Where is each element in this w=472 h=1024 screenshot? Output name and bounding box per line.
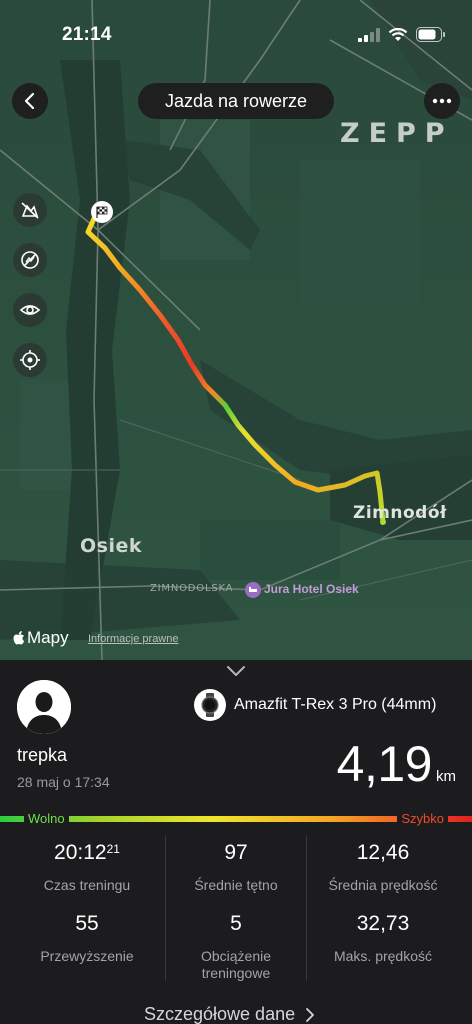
eye-icon [19,305,41,315]
brand-logo: ZEPP [340,118,454,149]
stat-label: Obciążenie treningowe [200,948,272,981]
stat-value: 12,46 [356,841,410,864]
stat-value: 32,73 [356,912,410,935]
workout-date: 28 maj o 17:34 [17,774,110,790]
watch-icon [194,689,226,721]
device-info[interactable]: Amazfit T-Rex 3 Pro (44mm) [194,689,436,721]
distance-unit: km [436,768,456,785]
device-name: Amazfit T-Rex 3 Pro (44mm) [234,696,437,713]
apple-logo-icon [13,631,25,645]
hotel-icon[interactable] [245,582,261,598]
route-map[interactable]: 21:14 Jazda na rowerze ZEPP Osiek Zimnod… [0,0,472,660]
distance-value: 4,19 [336,736,433,792]
wifi-icon [388,27,408,41]
no-drop-icon [21,251,39,269]
finish-flag-icon [91,201,113,223]
stat-value: 5 [230,912,242,935]
stat-avg-heart-rate: 97 Średnie tętno [165,841,307,894]
stat-max-speed: 32,73 Maks. prędkość [312,912,454,965]
speed-legend-slow: Wolno [24,811,69,826]
stat-elevation-gain: 55 Przewyższenie [16,912,158,965]
stat-value: 20:12 [54,841,107,864]
stat-label: Czas treningu [43,877,131,893]
distance-display: 4,19 km [337,735,456,793]
battery-icon [416,27,445,42]
stat-label: Średnia prędkość [328,877,438,893]
chevron-down-icon [227,666,245,676]
user-name: trepka [17,745,68,765]
stat-workout-time: 20:1221 Czas treningu [16,841,158,894]
map-layer-toggle[interactable] [13,193,47,227]
user-silhouette-icon [17,680,71,734]
locate-icon [20,350,40,370]
stat-avg-speed: 12,46 Średnia prędkość [312,841,454,894]
ellipsis-icon [432,98,452,104]
legal-info-link[interactable]: Informacje prawne [88,633,179,645]
pace-overlay-toggle[interactable] [13,243,47,277]
map-poi-label[interactable]: Jura Hotel Osiek [264,582,359,596]
stat-label: Średnie tętno [194,877,278,893]
satellite-off-icon [21,202,39,219]
collapse-button[interactable] [226,664,246,682]
activity-title: Jazda na rowerze [138,83,334,119]
chevron-right-icon [306,1007,315,1022]
speed-legend-fast: Szybko [397,811,448,826]
status-time: 21:14 [62,24,112,45]
stat-label: Przewyższenie [40,948,134,964]
status-bar: 21:14 [0,0,472,70]
visibility-toggle[interactable] [13,293,47,327]
locate-button[interactable] [13,343,47,377]
map-label-town: Zimnodół [353,503,447,523]
more-options-button[interactable] [424,83,460,119]
map-label-town: Osiek [80,535,142,557]
map-provider: Mapy [12,628,69,648]
stat-value: 55 [75,912,99,935]
signal-icon [358,27,380,42]
chevron-left-icon [24,92,35,110]
speed-color-legend: Wolno Szybko [0,811,472,826]
stat-value: 97 [224,841,248,864]
detailed-data-label: Szczegółowe dane [144,1004,296,1024]
stat-value-seconds: 21 [106,842,120,856]
back-button[interactable] [12,83,48,119]
map-label-street: ZIMNODOLSKA [150,583,234,594]
stat-label: Maks. prędkość [333,948,433,964]
avatar[interactable] [17,680,71,734]
map-provider-label: Mapy [27,628,69,647]
detailed-data-link[interactable]: Szczegółowe dane [144,1004,315,1024]
stat-training-load: 5 Obciążenie treningowe [165,912,307,982]
